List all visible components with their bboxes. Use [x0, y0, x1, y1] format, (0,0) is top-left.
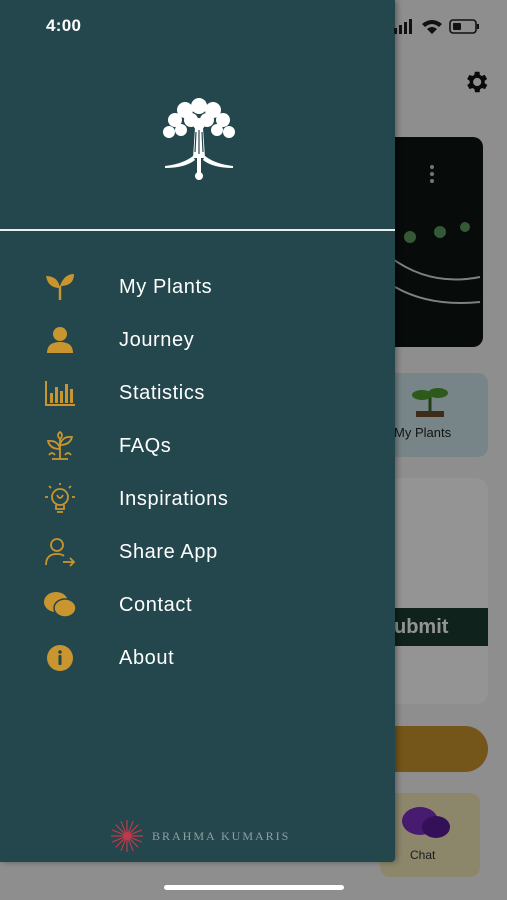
- info-icon: [42, 640, 78, 676]
- menu-item-inspirations[interactable]: Inspirations: [0, 474, 395, 524]
- menu-item-contact[interactable]: Contact: [0, 580, 395, 630]
- sprout-icon: [42, 269, 78, 305]
- menu-item-label: My Plants: [119, 275, 213, 298]
- tree-logo-icon: [163, 98, 235, 180]
- lightbulb-icon: [42, 481, 78, 517]
- menu-item-share-app[interactable]: Share App: [0, 527, 395, 577]
- chat-bubbles-icon: [42, 587, 78, 623]
- menu-item-about[interactable]: About: [0, 633, 395, 683]
- menu-item-faqs[interactable]: FAQs: [0, 421, 395, 471]
- home-indicator[interactable]: [164, 885, 344, 890]
- share-user-icon: [42, 534, 78, 570]
- menu-item-label: Contact: [119, 593, 193, 616]
- status-time: 4:00: [46, 16, 82, 35]
- navigation-drawer: My Plants Journey Statistics FAQs Inspir…: [0, 0, 395, 862]
- user-icon: [42, 322, 78, 358]
- menu-item-my-plants[interactable]: My Plants: [0, 262, 395, 312]
- wifi-icon: [422, 20, 442, 34]
- menu-item-label: About: [119, 646, 175, 669]
- menu-item-label: Share App: [119, 540, 218, 563]
- brand-footer: BRAHMA KUMARIS: [110, 818, 300, 854]
- menu-item-statistics[interactable]: Statistics: [0, 368, 395, 418]
- bar-chart-icon: [42, 375, 78, 411]
- drawer-divider: [0, 229, 395, 231]
- status-icons: [394, 19, 479, 34]
- menu-item-label: Statistics: [119, 381, 206, 404]
- menu-item-label: Journey: [119, 328, 195, 351]
- signal-icon: [394, 19, 412, 34]
- battery-icon: [449, 19, 479, 34]
- menu-item-label: Inspirations: [119, 487, 229, 510]
- plant-pot-icon: [42, 428, 78, 464]
- menu-item-label: FAQs: [119, 434, 172, 457]
- menu-item-journey[interactable]: Journey: [0, 315, 395, 365]
- brand-name: BRAHMA KUMARIS: [152, 828, 291, 843]
- brand-logo-icon: [111, 820, 143, 852]
